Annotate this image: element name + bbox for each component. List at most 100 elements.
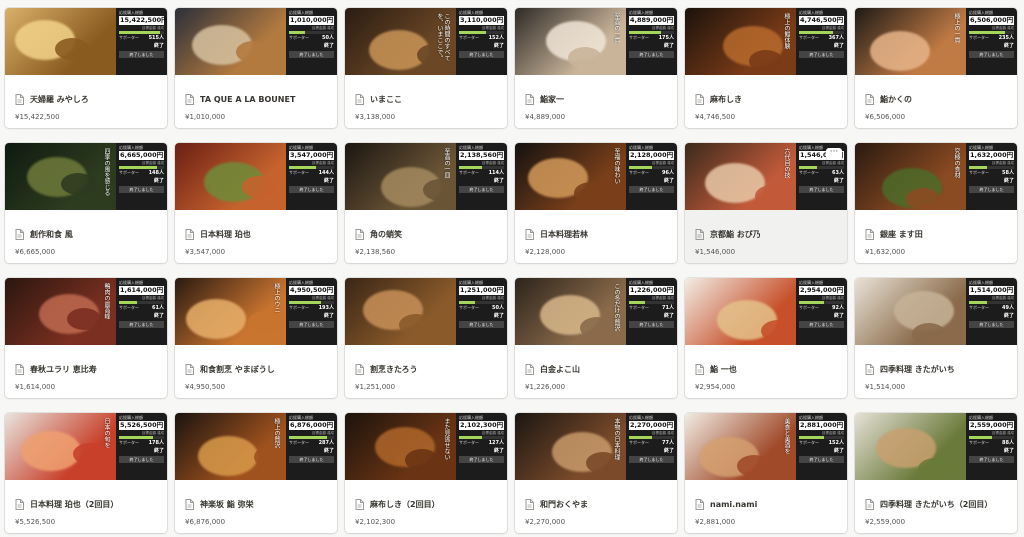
- gallery-card[interactable]: また見逃せない 応援購入総額 2,102,300円 目標金額 達成 サポーター 1…: [345, 413, 507, 533]
- cover-photo: [855, 278, 966, 345]
- gallery-card[interactable]: 応援購入総額 1,514,000円 目標金額 達成 サポーター 49人 終了 終了…: [855, 278, 1017, 398]
- gallery-card[interactable]: 四季の風を感じる 応援購入総額 6,665,000円 目標金額 達成 サポーター…: [5, 143, 167, 263]
- progress-fill: [459, 31, 486, 35]
- supporters-count: 144人: [318, 170, 334, 177]
- progress-bar: [119, 166, 164, 170]
- funding-panel: 応援購入総額 3,547,000円 目標金額 達成 サポーター 144人 終了 終…: [286, 143, 337, 210]
- panel-sub: 目標金額 達成: [311, 295, 334, 300]
- panel-amount: 2,128,000円: [629, 151, 674, 160]
- ended-button: 終了しました: [289, 186, 334, 194]
- supporters-label: サポーター: [289, 305, 309, 311]
- cover-photo: また見逃せない: [345, 413, 456, 480]
- gallery-card[interactable]: 応援購入総額 1,010,000円 目標金額 達成 サポーター 50人 終了 終了…: [175, 8, 337, 128]
- card-title: 神楽坂 鮨 弥栄: [200, 499, 254, 509]
- supporters-count: 114人: [488, 170, 504, 177]
- ended-button: 終了しました: [459, 321, 504, 329]
- panel-amount: 1,251,000円: [459, 286, 504, 295]
- supporters-count: 50人: [322, 35, 334, 42]
- funding-panel: 応援購入総額 5,526,500円 目標金額 達成 サポーター 178人 終了 終…: [116, 413, 167, 480]
- more-icon[interactable]: ···: [826, 148, 842, 160]
- supporters-label: サポーター: [119, 170, 139, 176]
- supporters-count: 63人: [832, 170, 844, 177]
- cover-photo: [5, 8, 116, 75]
- progress-bar: [459, 31, 504, 35]
- gallery-card[interactable]: 応援購入総額 3,547,000円 目標金額 達成 サポーター 144人 終了 終…: [175, 143, 337, 263]
- panel-amount: 1,010,000円: [289, 16, 334, 25]
- status-end: 終了: [323, 447, 334, 454]
- panel-amount: 6,506,000円: [969, 16, 1014, 25]
- panel-sub: 目標金額 達成: [821, 25, 844, 30]
- status-row: 終了: [969, 43, 1014, 50]
- gallery-card[interactable]: 日本の旬を 応援購入総額 5,526,500円 目標金額 達成 サポーター 178…: [5, 413, 167, 533]
- panel-header: 応援購入総額: [459, 280, 483, 285]
- gallery-card[interactable]: 鴨肉の最高峰 応援購入総額 1,614,000円 目標金額 達成 サポーター 61…: [5, 278, 167, 398]
- ended-button: 終了しました: [799, 456, 844, 464]
- ended-button: 終了しました: [289, 321, 334, 329]
- panel-amount: 1,514,000円: [969, 286, 1014, 295]
- card-title-row: 春秋ユラリ 恵比寿: [5, 362, 167, 376]
- card-title: 四季料理 きたがいち（2回目）: [880, 499, 993, 509]
- ended-button: 終了しました: [459, 186, 504, 194]
- card-title-row: 角の蛸笑: [345, 227, 507, 241]
- funding-panel: 応援購入総額 4,889,000円 目標金額 達成 サポーター 175人 終了 終…: [626, 8, 677, 75]
- panel-sub: 目標金額 達成: [311, 25, 334, 30]
- gallery-card[interactable]: 究極の食材 応援購入総額 1,632,000円 目標金額 達成 サポーター 58人…: [855, 143, 1017, 263]
- gallery-card[interactable]: 極上の鰻体験 応援購入総額 4,746,500円 目標金額 達成 サポーター 36…: [685, 8, 847, 128]
- card-cover: 六代目の技 応援購入総額 1,546,000円 目標金額 達成 サポーター 63人…: [685, 143, 847, 210]
- card-title: 割烹きたろう: [370, 364, 418, 374]
- supporters-count: 515人: [148, 35, 164, 42]
- progress-fill: [629, 166, 652, 170]
- panel-sub: 目標金額 達成: [311, 430, 334, 435]
- card-price: ¥1,514,000: [865, 383, 906, 391]
- gallery-card[interactable]: 六代目の技 応援購入総額 1,546,000円 目標金額 達成 サポーター 63人…: [685, 143, 847, 263]
- gallery-card[interactable]: 応援購入総額 2,559,000円 目標金額 達成 サポーター 88人 終了 終了…: [855, 413, 1017, 533]
- supporters-count: 61人: [152, 305, 164, 312]
- cover-shape: [248, 311, 282, 333]
- funding-panel: 応援購入総額 2,270,000円 目標金額 達成 サポーター 77人 終了 終了…: [626, 413, 677, 480]
- funding-panel: 応援購入総額 1,514,000円 目標金額 達成 サポーター 49人 終了 終了…: [966, 278, 1017, 345]
- card-title: 春秋ユラリ 恵比寿: [30, 364, 97, 374]
- gallery-card[interactable]: 応援購入総額 15,422,500円 目標金額 達成 サポーター 515人 終了 …: [5, 8, 167, 128]
- gallery-card[interactable]: 極上の贅沢 応援購入総額 6,876,000円 目標金額 達成 サポーター 287…: [175, 413, 337, 533]
- gallery-card[interactable]: 極上のウニ 応援購入総額 4,950,500円 目標金額 達成 サポーター 193…: [175, 278, 337, 398]
- funding-panel: 応援購入総額 2,881,000円 目標金額 達成 サポーター 152人 終了 終…: [796, 413, 847, 480]
- status-row: 終了: [119, 313, 164, 320]
- gallery-card[interactable]: 至高の一貫 応援購入総額 4,889,000円 目標金額 達成 サポーター 175…: [515, 8, 677, 128]
- page-icon: [15, 363, 24, 375]
- cover-shape: [761, 320, 795, 342]
- status-end: 終了: [1003, 447, 1014, 454]
- cover-photo: 至福の味わい: [515, 143, 626, 210]
- gallery-card[interactable]: この冬だけの贅沢 応援購入総額 1,226,000円 目標金額 達成 サポーター…: [515, 278, 677, 398]
- panel-sub: 目標金額 達成: [481, 160, 504, 165]
- card-cover: 極上のウニ 応援購入総額 4,950,500円 目標金額 達成 サポーター 193…: [175, 278, 337, 345]
- gallery-card[interactable]: 極上の一貫 応援購入総額 6,506,000円 目標金額 達成 サポーター 235…: [855, 8, 1017, 128]
- cover-vertical-text: 至福の味わい: [613, 148, 620, 184]
- page-icon: [865, 228, 874, 240]
- card-price: ¥2,128,000: [525, 248, 566, 256]
- page-icon: [15, 498, 24, 510]
- panel-amount: 15,422,500円: [119, 16, 167, 25]
- status-row: 終了: [119, 448, 164, 455]
- gallery-card[interactable]: 応援購入総額 1,251,000円 目標金額 達成 サポーター 50人 終了 終了…: [345, 278, 507, 398]
- gallery-card[interactable]: 至福の味わい 応援購入総額 2,128,000円 目標金額 達成 サポーター 96…: [515, 143, 677, 263]
- cover-vertical-text: 本物の日本料理: [613, 418, 620, 460]
- card-cover: 応援購入総額 3,547,000円 目標金額 達成 サポーター 144人 終了 終…: [175, 143, 337, 210]
- supporters-row: サポーター 152人: [799, 440, 844, 447]
- gallery-card[interactable]: この時間のすべてを、いまここで。 応援購入総額 3,110,000円 目標金額 …: [345, 8, 507, 128]
- page-icon: [525, 228, 534, 240]
- cover-photo: [175, 143, 286, 210]
- panel-amount: 2,270,000円: [629, 421, 674, 430]
- supporters-count: 88人: [1002, 440, 1014, 447]
- gallery-card[interactable]: 本物の日本料理 応援購入総額 2,270,000円 目標金額 達成 サポーター 7…: [515, 413, 677, 533]
- gallery-card[interactable]: 美食と美酒を 応援購入総額 2,881,000円 目標金額 達成 サポーター 15…: [685, 413, 847, 533]
- gallery-card[interactable]: 至高の一皿 応援購入総額 2,138,560円 目標金額 達成 サポーター 114…: [345, 143, 507, 263]
- supporters-row: サポーター 515人: [119, 35, 164, 42]
- cover-vertical-text: 日本の旬を: [103, 418, 110, 448]
- ended-button: 終了しました: [289, 456, 334, 464]
- cover-shape: [405, 449, 439, 471]
- status-end: 終了: [663, 42, 674, 49]
- supporters-count: 152人: [828, 440, 844, 447]
- gallery-card[interactable]: 応援購入総額 2,954,000円 目標金額 達成 サポーター 92人 終了 終了…: [685, 278, 847, 398]
- supporters-count: 175人: [658, 35, 674, 42]
- card-title-row: 白金よこ山: [515, 362, 677, 376]
